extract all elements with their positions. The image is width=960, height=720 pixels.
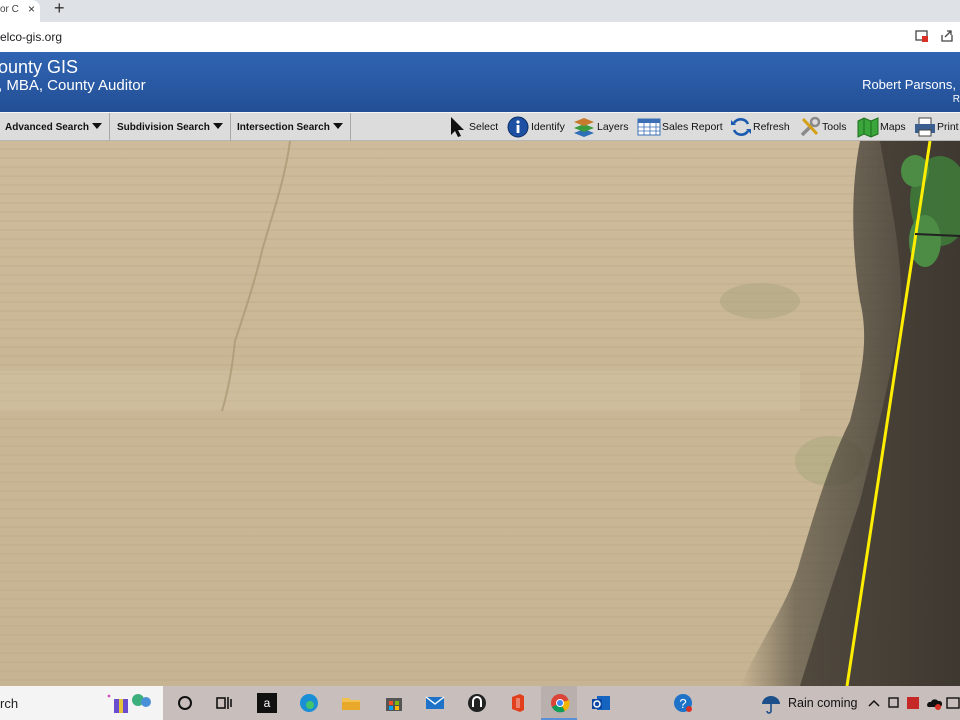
map-icon [857,117,879,138]
tools-menu[interactable]: Tools [799,116,849,138]
refresh-icon [731,118,751,136]
select-label: Select [469,121,499,133]
tools-label: Tools [822,121,847,133]
print-label: Print [937,121,959,133]
site-title: ounty GIS [0,57,79,77]
weather-text: Rain coming [788,696,858,710]
layers-label: Layers [597,121,629,133]
file-explorer-icon[interactable] [341,693,361,713]
maps-menu[interactable]: Maps [857,116,907,138]
aerial-map[interactable] [0,141,960,686]
gis-toolbar: Advanced Search Subdivision Search Inter… [0,112,960,141]
print-tool[interactable]: Print [914,116,960,138]
tray-icon-1[interactable] [887,693,901,713]
browser-tab-strip: or C × + [0,0,960,22]
svg-text:a: a [264,696,271,710]
user-name: Robert Parsons, [862,77,956,92]
chrome-icon[interactable] [550,693,570,713]
user-subtitle: R [952,94,960,105]
outlook-icon[interactable] [591,693,611,713]
advanced-search-label: Advanced Search [5,122,89,133]
taskbar-apps: a ? Rain coming [163,686,960,720]
identify-label: Identify [531,121,565,133]
url-field[interactable]: elco-gis.org [0,30,62,44]
address-bar: elco-gis.org [0,22,960,53]
layers-icon [574,118,594,137]
taskbar-search-text: rch [0,696,19,711]
edge-icon[interactable] [299,693,319,713]
office-icon[interactable] [508,693,528,713]
sales-report-tool[interactable]: Sales Report [637,116,723,138]
identify-tool[interactable]: Identify [507,116,567,138]
tab-close-icon[interactable]: × [28,2,35,16]
browser-tab[interactable]: or C × [0,0,40,22]
dropdown-caret-icon [212,123,223,129]
gis-header: ounty GIS , MBA, County Auditor Robert P… [0,52,960,112]
spreadsheet-icon [637,118,661,136]
tray-icon-3[interactable] [946,693,960,713]
new-tab-button[interactable]: + [54,0,65,19]
sales-report-label: Sales Report [662,121,723,133]
aerial-imagery [0,141,960,686]
mail-icon[interactable] [425,693,445,713]
site-subtitle: , MBA, County Auditor [0,77,146,94]
install-app-icon[interactable] [915,29,929,43]
taskbar-search-box[interactable]: rch [0,686,163,720]
windows-taskbar: rch a ? Rain coming [0,686,960,720]
search-highlight-icon [107,694,151,713]
intersection-search-label: Intersection Search [237,122,330,133]
dropdown-caret-icon [91,123,102,129]
onedrive-icon[interactable] [926,693,942,713]
vpn-shield-icon[interactable] [467,693,487,713]
printer-icon [915,117,935,137]
info-icon [507,116,529,138]
amazon-icon[interactable]: a [257,693,277,713]
cortana-icon[interactable] [175,693,195,713]
cursor-arrow-icon [451,117,464,137]
show-hidden-icons-chevron[interactable] [867,693,881,713]
tray-icon-2[interactable] [906,693,920,713]
maps-label: Maps [880,121,906,133]
tab-title: or C [0,4,19,15]
share-icon[interactable] [940,29,954,43]
subdivision-search-label: Subdivision Search [117,122,210,133]
dropdown-caret-icon [332,123,343,129]
refresh-tool[interactable]: Refresh [730,116,792,138]
advanced-search-menu[interactable]: Advanced Search [0,113,110,141]
umbrella-icon [762,696,780,714]
help-icon[interactable]: ? [673,693,693,713]
intersection-search-menu[interactable]: Intersection Search [231,113,351,141]
task-view-icon[interactable] [214,693,234,713]
microsoft-store-icon[interactable] [384,693,404,713]
svg-text:?: ? [679,696,686,711]
layers-tool[interactable]: Layers [573,116,631,138]
refresh-label: Refresh [753,121,790,133]
subdivision-search-menu[interactable]: Subdivision Search [110,113,231,141]
wrench-screwdriver-icon [800,116,821,137]
select-tool[interactable]: Select [449,116,501,138]
